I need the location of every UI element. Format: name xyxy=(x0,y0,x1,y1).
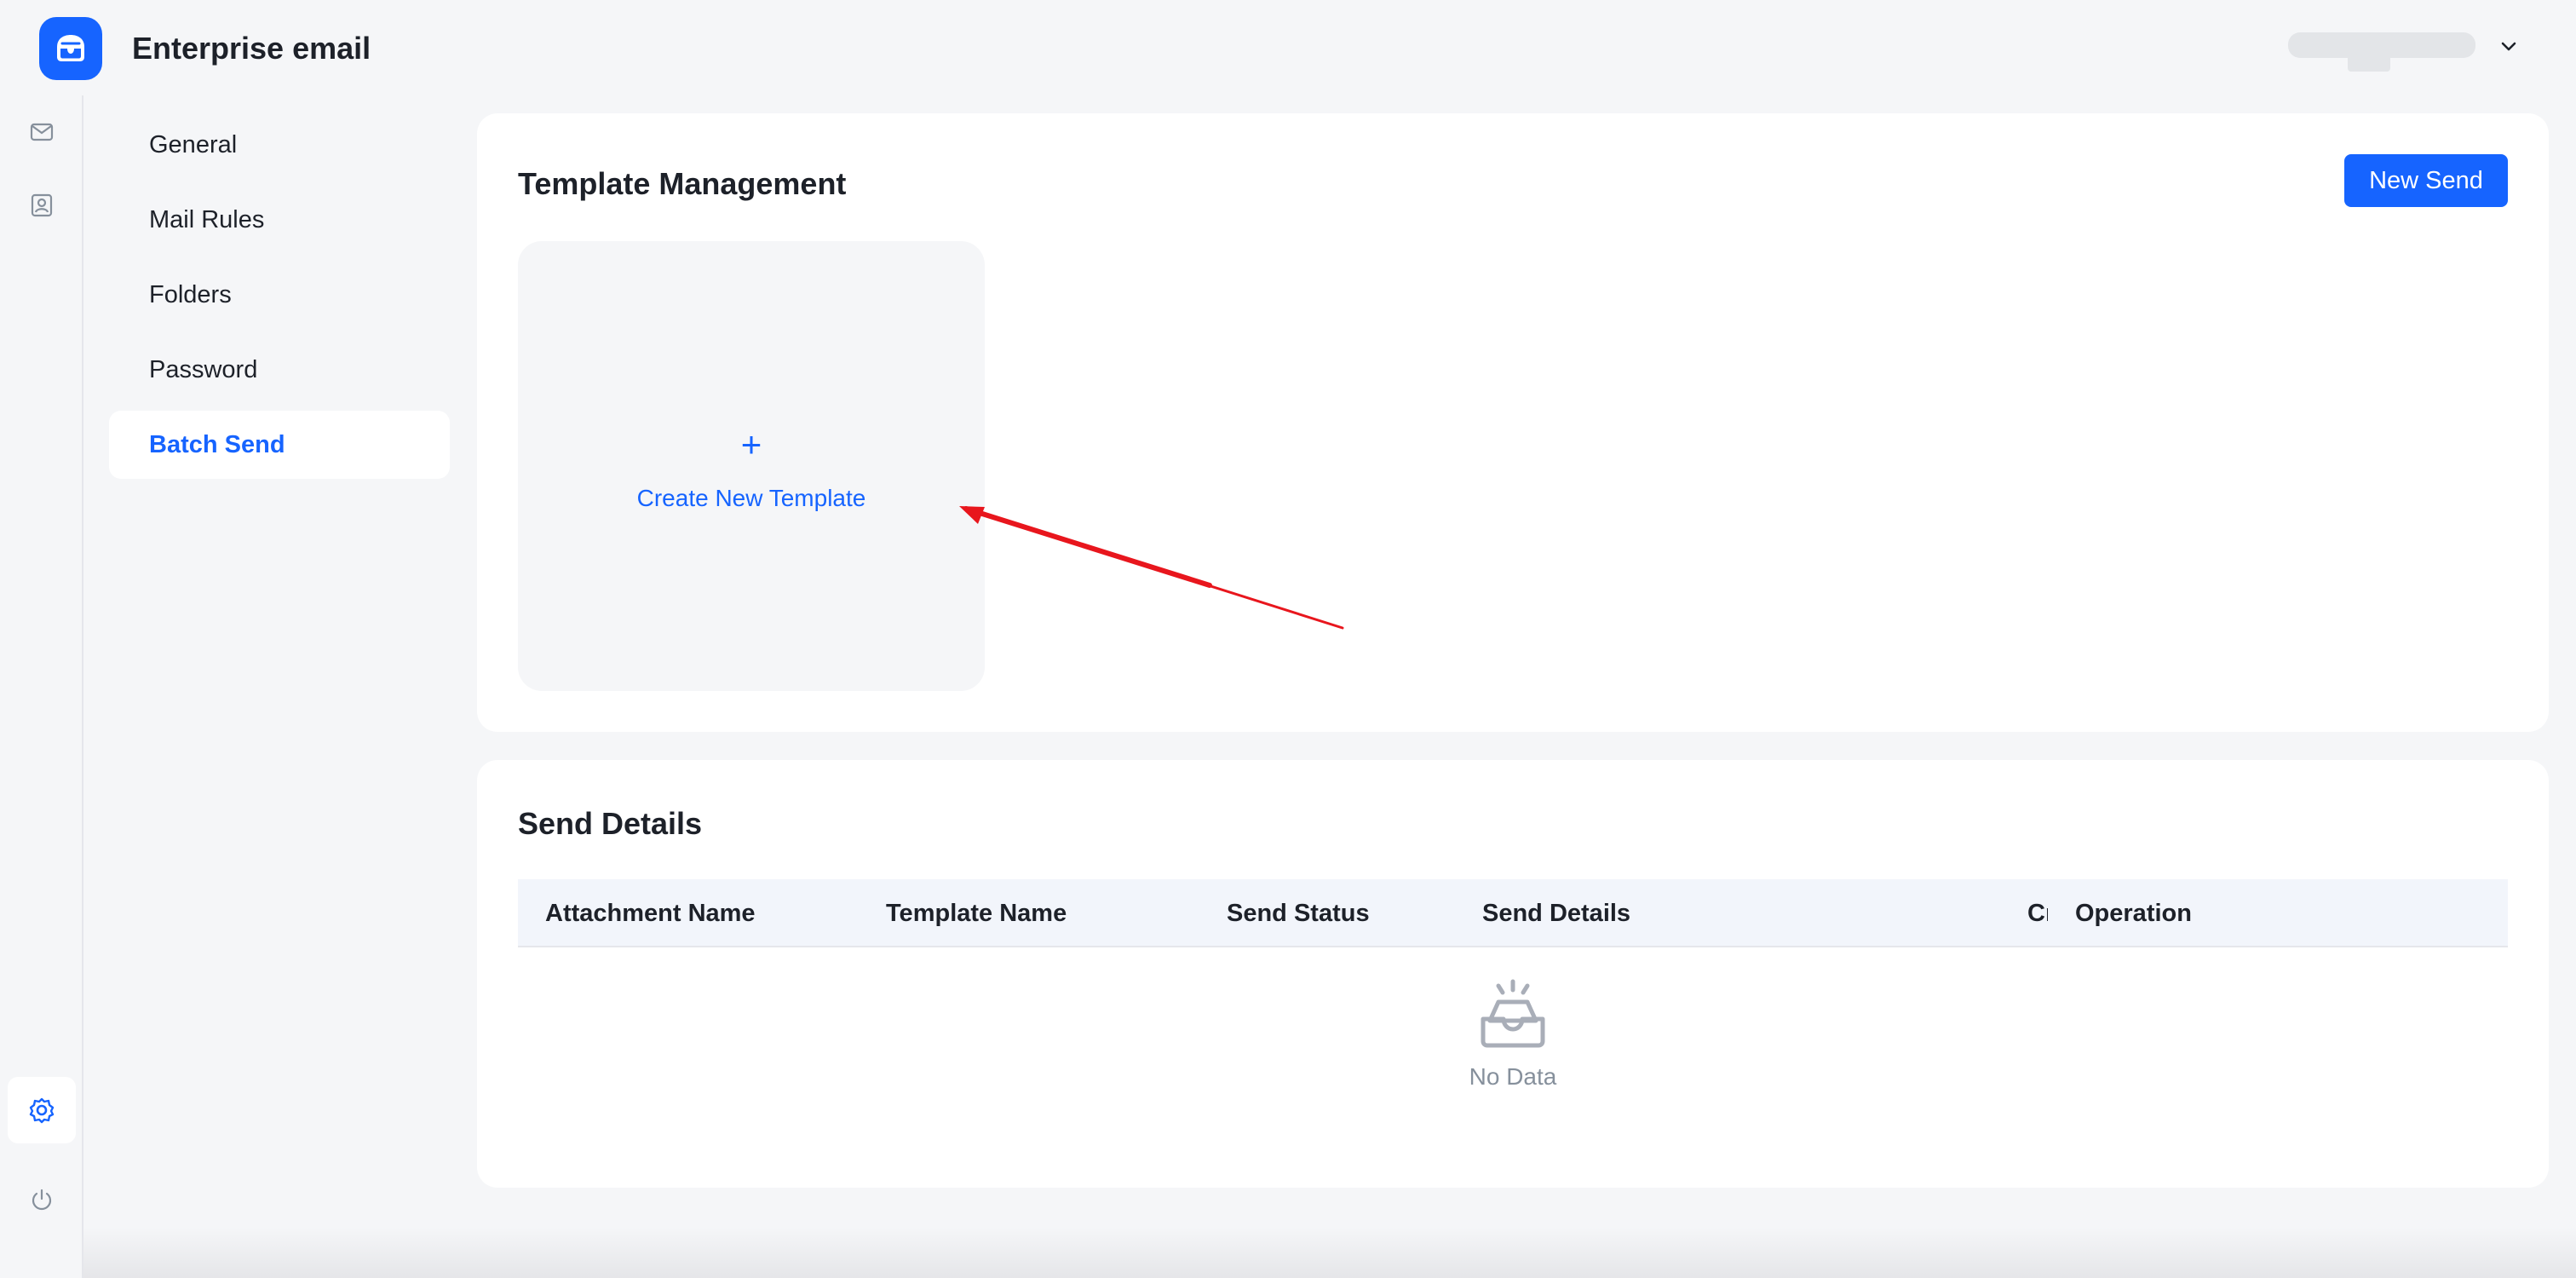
settings-menu: General Mail Rules Folders Password Batc… xyxy=(109,111,450,486)
template-management-card: Template Management New Send + Create Ne… xyxy=(477,113,2549,732)
user-account-name[interactable] xyxy=(2288,32,2475,72)
top-header: Enterprise email xyxy=(0,0,2576,95)
chevron-down-icon[interactable] xyxy=(2496,34,2521,60)
table-header: Attachment Name Template Name Send Statu… xyxy=(518,879,2508,947)
create-new-template-label: Create New Template xyxy=(636,485,866,511)
empty-inbox-icon xyxy=(1481,979,1545,1048)
column-send-details: Send Details xyxy=(1482,900,1631,927)
empty-state: No Data xyxy=(518,978,2508,1091)
menu-item-batch-send[interactable]: Batch Send xyxy=(109,411,450,479)
template-management-title: Template Management xyxy=(518,166,847,201)
left-icon-rail xyxy=(0,95,83,1278)
no-data-text: No Data xyxy=(1469,1063,1557,1090)
send-details-card: Send Details Attachment Name Template Na… xyxy=(477,760,2549,1188)
app-logo[interactable] xyxy=(39,17,102,80)
column-template-name: Template Name xyxy=(886,900,1067,927)
send-details-title: Send Details xyxy=(518,806,703,841)
column-operation: Operation xyxy=(2075,900,2192,927)
menu-item-mail-rules[interactable]: Mail Rules xyxy=(109,186,450,254)
send-details-table: Attachment Name Template Name Send Statu… xyxy=(518,879,2508,1090)
red-arrow-annotation xyxy=(959,506,1344,630)
mailbox-logo-icon xyxy=(57,35,84,61)
new-send-button[interactable]: New Send xyxy=(2344,154,2508,207)
bottom-shadow xyxy=(83,1227,2576,1278)
create-new-template-tile[interactable]: + Create New Template xyxy=(518,241,985,691)
mail-icon[interactable] xyxy=(22,112,61,152)
menu-item-password[interactable]: Password xyxy=(109,336,450,404)
column-attachment-name: Attachment Name xyxy=(545,900,756,927)
power-icon[interactable] xyxy=(22,1180,61,1219)
menu-item-folders[interactable]: Folders xyxy=(109,261,450,329)
column-send-status: Send Status xyxy=(1227,900,1370,927)
menu-item-general[interactable]: General xyxy=(109,111,450,179)
plus-icon: + xyxy=(740,424,762,464)
app-title: Enterprise email xyxy=(132,31,371,66)
contacts-icon[interactable] xyxy=(22,186,61,225)
column-created-truncated: Cr xyxy=(2027,900,2048,927)
settings-icon[interactable] xyxy=(8,1077,76,1143)
